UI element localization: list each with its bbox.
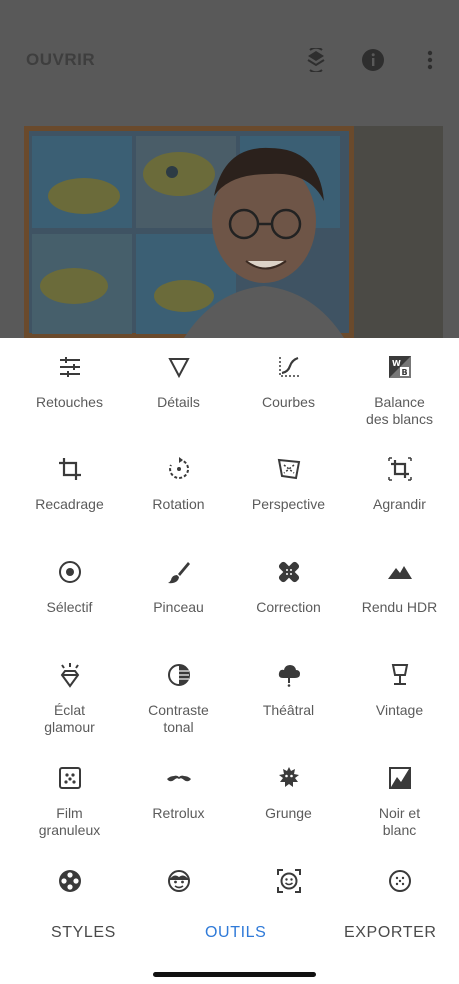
photo-image: [24, 126, 443, 338]
tool-glamour-glow[interactable]: Éclat glamour: [12, 662, 127, 736]
curves-icon: [278, 356, 300, 377]
tool-drama[interactable]: Théâtral: [231, 662, 346, 719]
lamp-icon: [391, 664, 408, 685]
dotted-circle-icon: [388, 870, 411, 892]
tab-export[interactable]: EXPORTER: [344, 924, 437, 942]
tool-face[interactable]: [121, 868, 236, 894]
tool-label: Rotation: [152, 496, 205, 512]
layers-undo-icon[interactable]: [304, 48, 328, 72]
tool-healing[interactable]: Correction: [231, 559, 346, 616]
tool-film-grain[interactable]: Film granuleux: [12, 765, 127, 839]
svg-text:W: W: [392, 359, 401, 368]
film-reel-icon: [58, 870, 81, 892]
face-detect-icon: [276, 869, 301, 893]
mustache-icon: [166, 775, 191, 782]
tool-expand[interactable]: Agrandir: [342, 456, 457, 513]
mountains-icon: [387, 566, 412, 579]
tab-styles[interactable]: STYLES: [51, 924, 116, 942]
tool-label: Courbes: [262, 394, 315, 410]
rotate-icon: [168, 457, 189, 479]
film-grain-icon: [58, 767, 81, 789]
tool-label: Grunge: [265, 805, 312, 821]
cloud-drama-icon: [278, 665, 300, 687]
tool-label: Éclat glamour: [44, 702, 95, 735]
tool-rotation[interactable]: Rotation: [121, 456, 236, 513]
tool-label: Rendu HDR: [361, 599, 438, 615]
brush-icon: [167, 562, 190, 584]
tool-label: Film granuleux: [38, 805, 101, 838]
tool-vintage[interactable]: Vintage: [342, 662, 457, 719]
tool-film-reel[interactable]: [12, 868, 127, 894]
tonal-contrast-icon: [167, 664, 190, 686]
bottom-nav: STYLES OUTILS EXPORTER: [0, 896, 459, 984]
tab-tools[interactable]: OUTILS: [205, 924, 266, 942]
tool-tonal-contrast[interactable]: Contraste tonal: [121, 662, 236, 736]
tool-crop[interactable]: Recadrage: [12, 456, 127, 513]
tool-retrolux[interactable]: Retrolux: [121, 765, 236, 822]
bandage-icon: [278, 561, 299, 583]
tool-label: Recadrage: [35, 496, 104, 512]
photo-preview: [24, 126, 443, 338]
perspective-icon: [277, 458, 300, 480]
tool-label: Correction: [256, 599, 321, 615]
tool-curves[interactable]: Courbes: [231, 354, 346, 411]
tool-grunge[interactable]: Grunge: [231, 765, 346, 822]
tool-label: Retouches: [36, 394, 103, 410]
tool-black-white[interactable]: Noir et blanc: [342, 765, 457, 839]
tool-face-detect[interactable]: [231, 868, 346, 894]
tool-hdr[interactable]: Rendu HDR: [342, 559, 457, 616]
grunge-icon: [278, 767, 299, 787]
tool-retouches[interactable]: Retouches: [12, 354, 127, 411]
tool-label: Détails: [157, 394, 200, 410]
white-balance-icon: W B: [388, 356, 411, 378]
target-icon: [58, 561, 81, 583]
svg-text:B: B: [401, 368, 407, 377]
diamond-glow-icon: [60, 663, 79, 688]
tool-label: Perspective: [251, 496, 326, 512]
tool-perspective[interactable]: Perspective: [231, 456, 346, 513]
triangle-down-icon: [167, 358, 190, 379]
home-indicator[interactable]: [153, 972, 316, 977]
tool-label: Balance des blancs: [366, 394, 433, 427]
top-bar: OUVRIR: [0, 0, 459, 120]
crop-icon: [58, 458, 81, 480]
dimmed-editor-area: OUVRIR: [0, 0, 459, 338]
tool-label: Noir et blanc: [378, 805, 421, 838]
tool-label: Retrolux: [152, 805, 205, 821]
tool-white-balance[interactable]: W B Balance des blancs: [342, 354, 457, 428]
tool-label: Vintage: [375, 702, 424, 718]
tool-label: Théâtral: [262, 702, 315, 718]
tool-brush[interactable]: Pinceau: [121, 559, 236, 616]
sliders-icon: [59, 357, 80, 377]
tools-panel: Retouches Détails Courbes W B Balance de…: [0, 338, 459, 896]
tool-details[interactable]: Détails: [121, 354, 236, 411]
expand-icon: [387, 457, 412, 481]
info-icon[interactable]: [361, 48, 385, 72]
black-white-icon: [388, 767, 411, 789]
tool-label: Pinceau: [153, 599, 204, 615]
more-vertical-icon[interactable]: [418, 48, 442, 72]
tool-label: Contraste tonal: [148, 702, 209, 735]
tool-label: Agrandir: [373, 496, 426, 512]
tool-selective[interactable]: Sélectif: [12, 559, 127, 616]
open-button[interactable]: OUVRIR: [26, 50, 95, 70]
tool-dotted-circle[interactable]: [342, 868, 457, 894]
tool-label: Sélectif: [46, 599, 93, 615]
face-icon: [167, 870, 190, 892]
